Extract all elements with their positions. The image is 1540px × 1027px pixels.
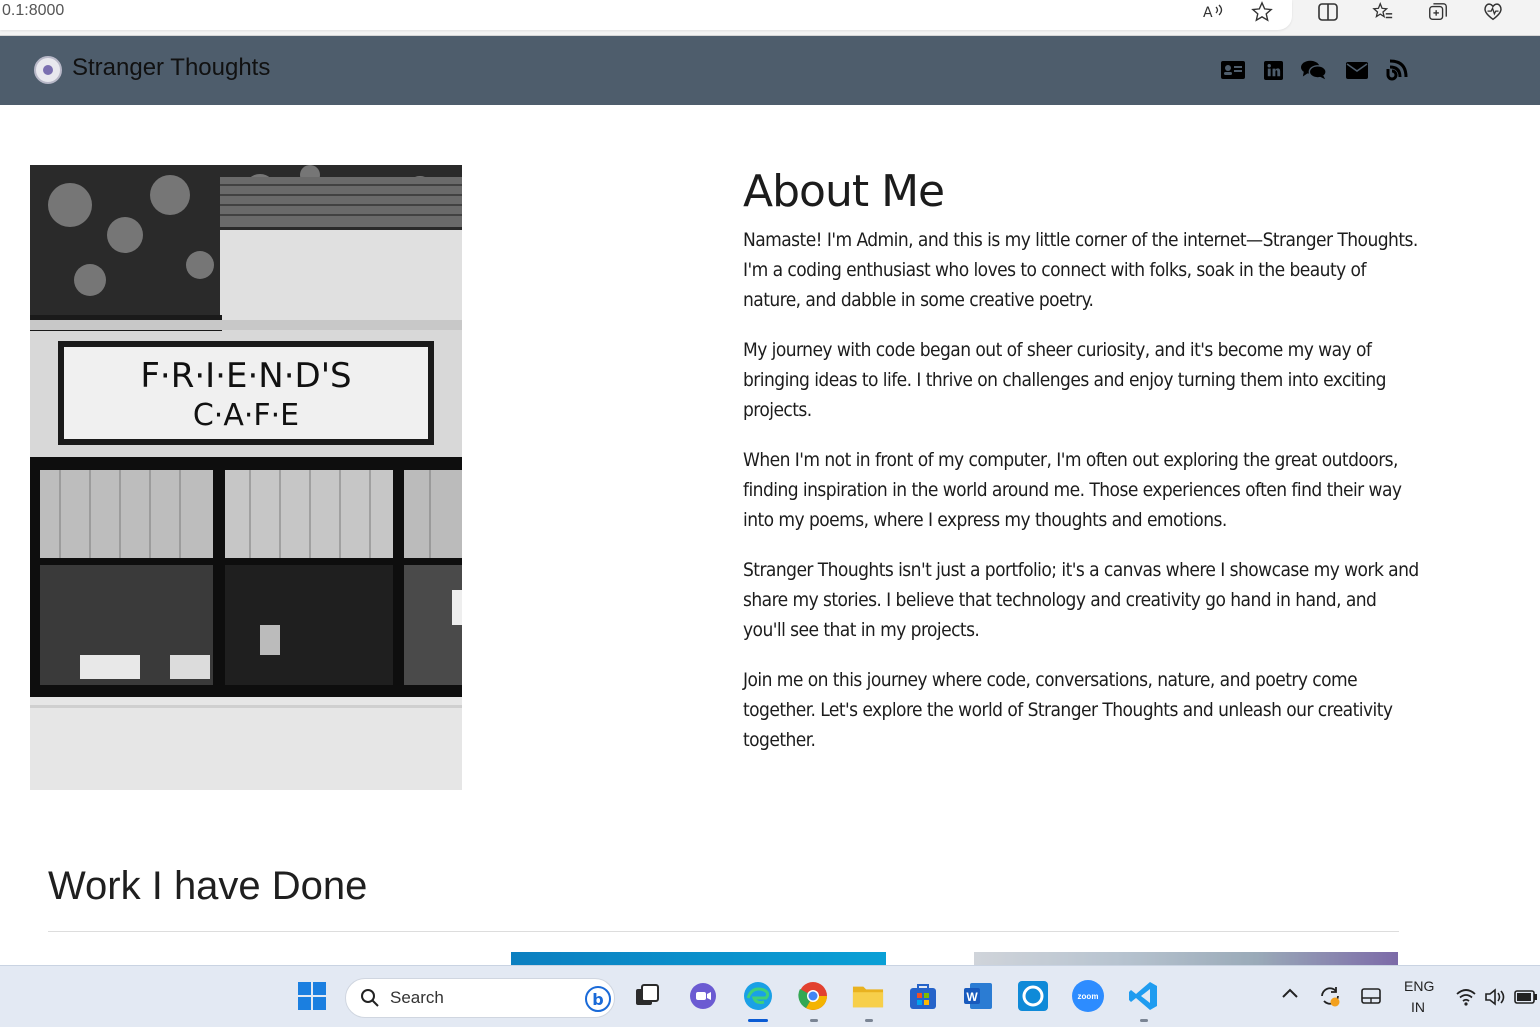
- word-icon[interactable]: W: [962, 980, 994, 1012]
- edge-browser-icon[interactable]: [742, 980, 774, 1012]
- browser-essentials-icon[interactable]: [1480, 0, 1506, 24]
- collections-icon[interactable]: [1425, 0, 1451, 24]
- teams-chat-icon[interactable]: [687, 980, 719, 1012]
- vscode-icon[interactable]: [1127, 980, 1159, 1012]
- wifi-icon[interactable]: [1455, 988, 1477, 1010]
- svg-text:W: W: [966, 990, 978, 1004]
- zoom-app-icon[interactable]: zoom: [1072, 980, 1104, 1012]
- sign-line-1: F·R·I·E·N·D'S: [140, 356, 351, 396]
- browser-toolbar: 0.1:8000 A: [0, 0, 1540, 36]
- windows-taskbar: Search b W zoom ENG IN: [0, 965, 1540, 1027]
- work-card-thumbnail[interactable]: [511, 952, 886, 966]
- address-text: 0.1:8000: [2, 2, 65, 19]
- sign-line-2: C·A·F·E: [193, 398, 299, 433]
- running-app-indicator: [1140, 1019, 1148, 1022]
- about-text: Namaste! I'm Admin, and this is my littl…: [743, 225, 1423, 775]
- site-navbar: Stranger Thoughts: [0, 36, 1540, 105]
- battery-icon[interactable]: [1514, 990, 1538, 1008]
- volume-icon[interactable]: [1484, 988, 1506, 1010]
- brand-name[interactable]: Stranger Thoughts: [72, 54, 270, 82]
- envelope-icon[interactable]: [1344, 58, 1370, 82]
- cortana-icon[interactable]: [1017, 980, 1049, 1012]
- section-divider: [48, 931, 1399, 932]
- file-explorer-icon[interactable]: [852, 980, 884, 1012]
- language-indicator-eng[interactable]: ENG: [1404, 978, 1434, 994]
- work-section-title: Work I have Done: [48, 864, 368, 908]
- favorites-list-icon[interactable]: [1370, 0, 1396, 24]
- about-title: About Me: [743, 166, 945, 217]
- show-hidden-icons-chevron-icon[interactable]: [1281, 986, 1299, 1003]
- search-label: Search: [390, 988, 444, 1007]
- about-paragraph: My journey with code began out of sheer …: [743, 339, 1386, 421]
- tablet-mode-icon[interactable]: [1360, 986, 1382, 1010]
- address-bar[interactable]: 0.1:8000: [0, 0, 1292, 30]
- brand-logo-icon[interactable]: [34, 56, 62, 84]
- windows-start-icon[interactable]: [296, 980, 328, 1012]
- address-card-icon[interactable]: [1220, 58, 1246, 82]
- linkedin-icon[interactable]: [1260, 58, 1286, 82]
- about-paragraph: Namaste! I'm Admin, and this is my littl…: [743, 229, 1418, 311]
- search-icon: [360, 988, 380, 1012]
- task-view-icon[interactable]: [632, 980, 664, 1012]
- split-screen-icon[interactable]: [1315, 0, 1341, 24]
- language-indicator-in[interactable]: IN: [1411, 999, 1425, 1015]
- svg-text:A: A: [1203, 5, 1213, 21]
- work-card-thumbnail[interactable]: [974, 952, 1398, 966]
- read-aloud-icon[interactable]: A: [1200, 0, 1226, 24]
- about-paragraph: Stranger Thoughts isn't just a portfolio…: [743, 559, 1419, 641]
- taskbar-search-box[interactable]: Search b: [345, 978, 615, 1018]
- comments-icon[interactable]: [1301, 58, 1327, 82]
- svg-text:b: b: [592, 990, 603, 1009]
- running-app-indicator: [810, 1019, 818, 1022]
- active-app-indicator: [748, 1019, 768, 1022]
- blog-icon[interactable]: [1384, 58, 1410, 82]
- microsoft-store-icon[interactable]: [907, 980, 939, 1012]
- about-paragraph: When I'm not in front of my computer, I'…: [743, 449, 1402, 531]
- chrome-browser-icon[interactable]: [797, 980, 829, 1012]
- about-paragraph: Join me on this journey where code, conv…: [743, 669, 1393, 751]
- friends-cafe-photo: F·R·I·E·N·D'S C·A·F·E: [30, 165, 462, 790]
- bing-icon[interactable]: b: [584, 985, 612, 1017]
- sync-update-icon[interactable]: [1318, 984, 1342, 1012]
- running-app-indicator: [865, 1019, 873, 1022]
- favorite-star-icon[interactable]: [1249, 0, 1275, 24]
